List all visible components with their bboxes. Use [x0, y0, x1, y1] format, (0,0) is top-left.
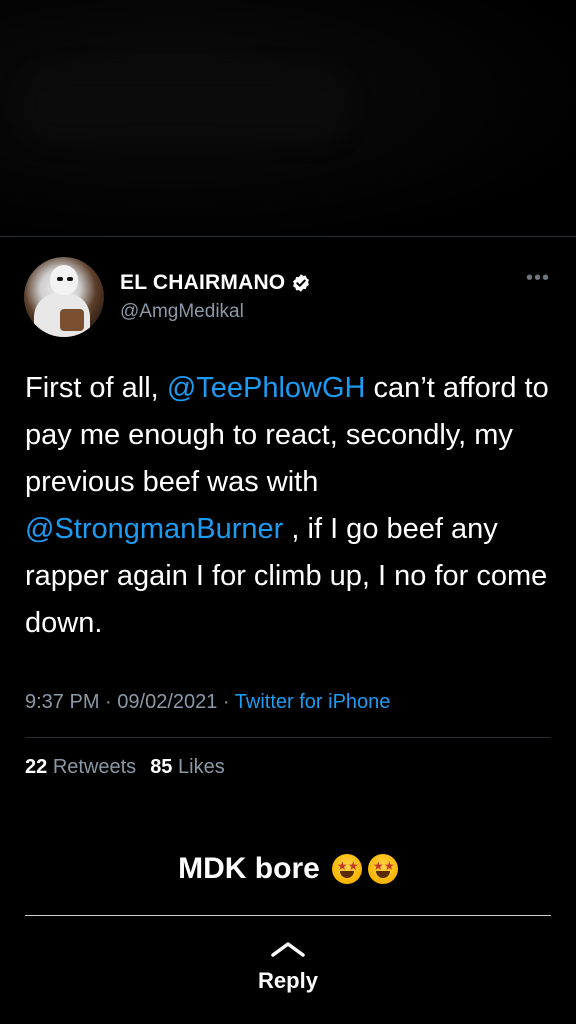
user-handle[interactable]: @AmgMedikal: [120, 301, 244, 323]
emoji-mouth-shape: [375, 871, 390, 878]
avatar-mask-shape: [50, 265, 78, 295]
avatar[interactable]: [24, 257, 104, 337]
blurred-header-area: [0, 0, 576, 236]
chevron-up-icon[interactable]: [270, 940, 306, 958]
tweet-text: First of all, @TeePhlowGH can’t afford t…: [25, 365, 555, 647]
star-struck-emoji-icon: ★ ★: [367, 854, 398, 884]
story-screen: EL CHAIRMANO @AmgMedikal ••• First of al…: [0, 0, 576, 1024]
tweet-metadata: 9:37 PM · 09/02/2021 · Twitter for iPhon…: [25, 691, 390, 714]
emoji-mouth-shape: [339, 871, 354, 878]
tweet-source-link[interactable]: Twitter for iPhone: [235, 691, 391, 713]
meta-separator: ·: [99, 691, 118, 713]
engagement-stats: 22 Retweets 85 Likes: [25, 756, 225, 779]
tweet-text-part: First of all,: [25, 372, 167, 404]
mention-link[interactable]: @StrongmanBurner: [25, 513, 283, 545]
stats-divider: [25, 737, 551, 738]
avatar-eye-shape: [67, 277, 73, 281]
caption-text: MDK bore: [178, 852, 320, 885]
reply-button[interactable]: Reply: [0, 968, 576, 994]
likes-count: 85: [150, 756, 173, 778]
avatar-eye-shape: [57, 277, 63, 281]
retweets-count: 22: [25, 756, 48, 778]
tweet-time: 9:37 PM: [25, 691, 100, 713]
likes-label: Likes: [178, 756, 225, 778]
story-caption: MDK bore ★ ★ ★ ★: [0, 852, 576, 886]
avatar-bag-shape: [60, 309, 84, 331]
retweets-label: Retweets: [52, 756, 137, 778]
name-row: EL CHAIRMANO: [120, 271, 311, 295]
retweets-stat[interactable]: 22 Retweets: [25, 756, 136, 778]
mention-link[interactable]: @TeePhlowGH: [167, 372, 366, 404]
reply-divider: [25, 915, 551, 916]
verified-badge-icon: [293, 274, 310, 292]
top-divider: [0, 236, 576, 237]
display-name[interactable]: EL CHAIRMANO: [120, 271, 285, 295]
more-options-icon[interactable]: •••: [526, 268, 550, 288]
tweet-date: 09/02/2021: [117, 691, 218, 713]
likes-stat[interactable]: 85 Likes: [150, 756, 225, 778]
meta-separator: ·: [217, 691, 235, 713]
blurred-content: [20, 70, 350, 140]
star-struck-emoji-icon: ★ ★: [331, 854, 362, 884]
